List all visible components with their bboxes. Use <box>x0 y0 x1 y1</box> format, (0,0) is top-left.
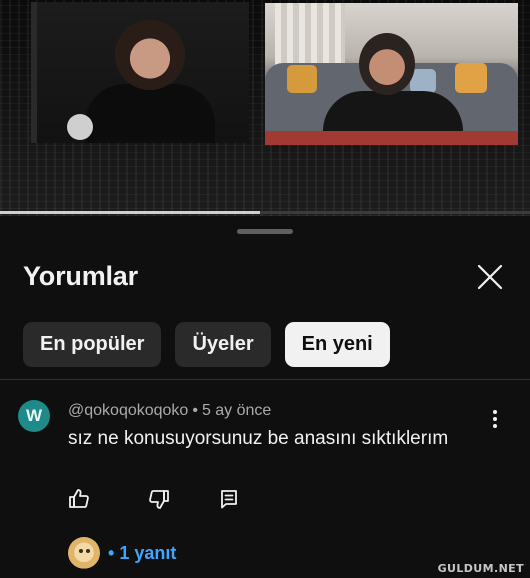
commenter-avatar[interactable]: W <box>18 400 50 432</box>
avatar-eye <box>86 549 90 553</box>
drag-handle[interactable] <box>237 229 293 234</box>
close-button[interactable] <box>473 260 507 294</box>
avatar-eye <box>79 549 83 553</box>
filter-chip-members[interactable]: Üyeler <box>175 322 271 367</box>
close-icon <box>477 264 503 290</box>
more-options-button[interactable] <box>486 406 504 432</box>
comments-title: Yorumlar <box>23 261 138 291</box>
video-player[interactable] <box>0 0 530 216</box>
pillow <box>455 63 487 93</box>
webcam-left-person-head <box>115 20 185 90</box>
comment-author[interactable]: @qokoqokoqoko <box>68 402 188 419</box>
comments-sheet: Yorumlar En popüler Üyeler En yeni W @qo… <box>0 216 530 578</box>
webcam-left <box>31 2 249 143</box>
reply-button[interactable] <box>216 486 242 512</box>
webcam-right-person-head <box>359 33 415 95</box>
comment-time: 5 ay önce <box>201 402 272 419</box>
video-progress-fill <box>0 211 260 214</box>
replies-label: 1 yanıt <box>119 542 177 563</box>
replies-count[interactable]: • 1 yanıt <box>108 543 176 564</box>
thumbs-down-icon <box>149 490 169 509</box>
webcam-left-person-body <box>85 84 215 143</box>
pillow <box>287 65 317 93</box>
comment-item: W @qokoqokoqoko • 5 ay önce sız ne konusuy… <box>0 380 530 578</box>
filter-chip-newest[interactable]: En yeni <box>284 322 390 367</box>
comment-meta: @qokoqokoqoko • 5 ay önce <box>68 402 271 420</box>
like-button[interactable] <box>66 486 92 512</box>
dislike-button[interactable] <box>146 486 172 512</box>
video-progress-bar[interactable] <box>0 211 530 214</box>
view-replies-button[interactable]: • 1 yanıt <box>68 536 176 570</box>
more-vertical-icon-dot <box>493 417 497 421</box>
reply-comment-icon <box>221 490 237 509</box>
comment-filter-chips: En popüler Üyeler En yeni <box>23 322 390 367</box>
thumbs-up-icon <box>69 489 89 508</box>
replies-bullet: • <box>108 542 115 563</box>
more-vertical-icon-dot <box>493 424 497 428</box>
microphone <box>67 114 93 140</box>
reply-author-avatar <box>68 537 100 569</box>
comment-text: sız ne konusuyorsunuz be anasını sıktıkl… <box>68 428 449 449</box>
more-vertical-icon <box>493 410 497 414</box>
filter-chip-top[interactable]: En popüler <box>23 322 162 367</box>
rug <box>265 131 518 145</box>
meta-separator: • <box>192 402 198 419</box>
webcam-right <box>265 3 518 145</box>
watermark: GULDUM.NET <box>437 562 524 575</box>
